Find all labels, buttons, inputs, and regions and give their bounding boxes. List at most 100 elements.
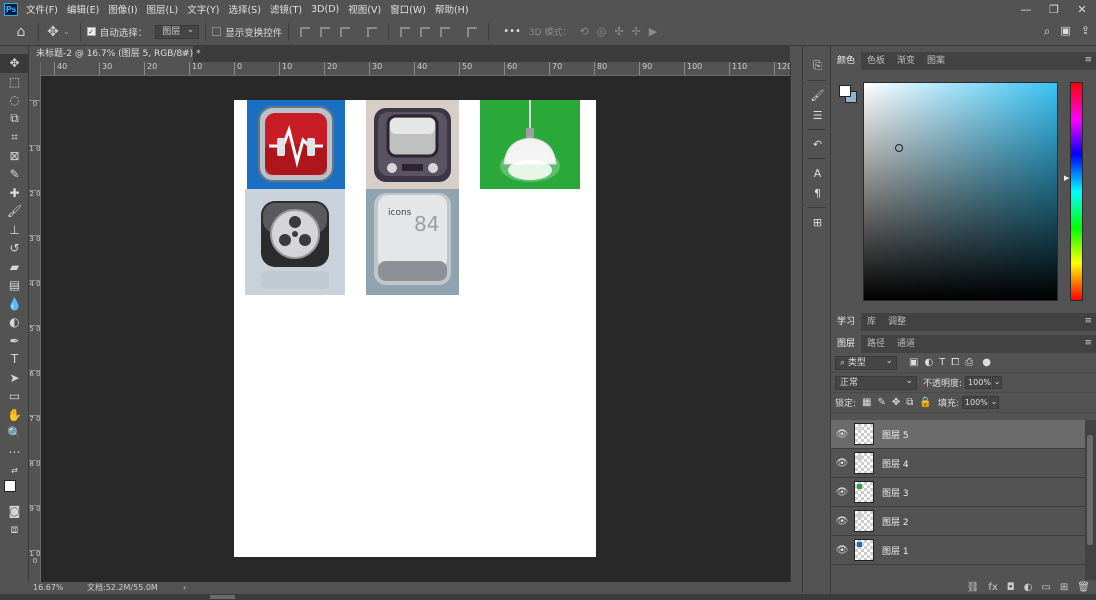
healing-brush-tool-icon[interactable]: ✚ (0, 184, 29, 203)
menu-window[interactable]: 窗口(W) (390, 2, 426, 16)
brush-tool-icon[interactable]: 🖌 (0, 202, 29, 221)
menu-file[interactable]: 文件(F) (26, 2, 58, 16)
crop-tool-icon[interactable]: ⌗ (0, 128, 29, 147)
eraser-tool-icon[interactable]: ▰ (0, 258, 29, 277)
layers-scroll-thumb[interactable] (1087, 435, 1093, 545)
frame-tool-icon[interactable]: ⊠ (0, 147, 29, 166)
new-layer-icon[interactable]: ⊞ (1060, 582, 1068, 593)
document-tab[interactable]: 未标题-2 @ 16.7% (图层 5, RGB/8#) * × (29, 46, 201, 62)
menu-view[interactable]: 视图(V) (348, 2, 381, 16)
tool-preset-chevron-icon[interactable]: ⌄ (63, 27, 70, 36)
auto-select-checkbox[interactable]: ✓ (86, 27, 96, 36)
lock-artboard-icon[interactable]: ⧉ (906, 397, 913, 408)
blend-mode-dropdown[interactable]: 正常 (835, 375, 917, 390)
quick-mask-icon[interactable]: ◙ (0, 502, 29, 521)
panel-menu-icon[interactable]: ≡ (1084, 338, 1092, 348)
distribute-icon[interactable] (367, 26, 378, 37)
screen-mode-icon[interactable]: ⧈ (0, 520, 29, 539)
move-tool-icon[interactable]: ✥ (0, 54, 29, 73)
fill-dropdown-arrow[interactable]: ⌄ (988, 396, 999, 409)
tab-channels[interactable]: 通道 (891, 335, 921, 353)
align-middle-icon[interactable] (420, 26, 431, 37)
canvas-area[interactable]: icons 84 (41, 76, 790, 582)
menu-image[interactable]: 图像(I) (108, 2, 137, 16)
align-center-icon[interactable] (320, 26, 331, 37)
more-options-icon[interactable]: ••• (503, 26, 521, 37)
pen-tool-icon[interactable]: ✒ (0, 332, 29, 351)
tab-color[interactable]: 颜色 (831, 52, 862, 70)
shape-tool-icon[interactable]: ▭ (0, 387, 29, 406)
add-mask-icon[interactable]: ◘ (1007, 582, 1015, 593)
visibility-eye-icon[interactable]: 👁 (831, 487, 853, 498)
align-right-icon[interactable] (340, 26, 351, 37)
tab-layers[interactable]: 图层 (831, 335, 862, 353)
tab-paths[interactable]: 路径 (861, 335, 891, 353)
lock-pixels-icon[interactable]: ✎ (878, 397, 886, 408)
layer-row[interactable]: 👁 图层 4 (831, 449, 1085, 478)
color-field[interactable] (863, 82, 1058, 301)
character-panel-icon[interactable]: A (803, 163, 832, 183)
history-panel-icon[interactable]: ⎘ (803, 56, 832, 76)
lasso-tool-icon[interactable]: ◌ (0, 91, 29, 110)
show-transform-checkbox[interactable] (212, 27, 222, 36)
filter-shape-icon[interactable]: ⧠ (951, 357, 959, 368)
path-select-tool-icon[interactable]: ➤ (0, 369, 29, 388)
tab-swatches[interactable]: 色板 (861, 52, 891, 70)
align-bottom-icon[interactable] (440, 26, 451, 37)
new-group-icon[interactable]: ▭ (1041, 582, 1050, 593)
lock-transparent-icon[interactable]: ▦ (862, 397, 871, 408)
lock-position-icon[interactable]: ✥ (892, 397, 900, 408)
tab-gradients[interactable]: 渐变 (891, 52, 921, 70)
align-top-icon[interactable] (400, 26, 411, 37)
vertical-ruler[interactable]: 0 1 0 2 0 3 0 4 0 5 0 6 0 7 0 8 0 9 0 1 0 0 (29, 62, 41, 582)
layer-style-icon[interactable]: fx (988, 582, 997, 593)
auto-select-dropdown[interactable]: 图层 (155, 24, 200, 39)
tab-learn[interactable]: 学习 (831, 313, 862, 331)
brush-panel-icon[interactable]: 🖌 (803, 85, 832, 105)
adjustment-layer-icon[interactable]: ◐ (1024, 582, 1033, 593)
link-layers-icon[interactable]: ⛓ (967, 582, 980, 593)
zoom-tool-icon[interactable]: 🔍 (0, 424, 29, 443)
edit-toolbar-icon[interactable]: ⋯ (0, 443, 29, 462)
minimize-button[interactable]: — (1012, 0, 1040, 18)
search-icon[interactable]: ⌕ (1044, 24, 1051, 39)
horizontal-scroll-thumb[interactable] (210, 595, 235, 599)
workspace-icon[interactable]: ▣ (1060, 24, 1070, 39)
filter-adjustment-icon[interactable]: ◐ (924, 357, 933, 368)
move-tool-icon[interactable]: ✥ (45, 24, 61, 40)
visibility-eye-icon[interactable]: 👁 (831, 458, 853, 469)
lock-all-icon[interactable]: 🔒 (919, 397, 931, 408)
filter-type-icon[interactable]: T (939, 357, 945, 368)
tab-adjustments[interactable]: 调整 (882, 313, 912, 331)
menu-select[interactable]: 选择(S) (228, 2, 260, 16)
home-icon[interactable]: ⌂ (10, 24, 32, 40)
distribute-vertical-icon[interactable] (467, 26, 478, 37)
visibility-eye-icon[interactable]: 👁 (831, 516, 853, 527)
opacity-dropdown-arrow[interactable]: ⌄ (992, 376, 1003, 389)
layer-row[interactable]: 👁 图层 2 (831, 507, 1085, 536)
clone-stamp-tool-icon[interactable]: ⊥ (0, 221, 29, 240)
opacity-input[interactable]: 100% (965, 376, 992, 389)
document-canvas[interactable]: icons 84 (234, 100, 596, 557)
menu-type[interactable]: 文字(Y) (187, 2, 219, 16)
filter-toggle-icon[interactable]: ● (982, 357, 991, 368)
glyphs-panel-icon[interactable]: ⊞ (803, 212, 832, 232)
layer-row[interactable]: 👁 图层 5 (831, 420, 1085, 449)
adjustments-panel-icon[interactable]: ☰ (803, 105, 832, 125)
eyedropper-tool-icon[interactable]: ✎ (0, 165, 29, 184)
layer-row[interactable]: 👁 图层 3 (831, 478, 1085, 507)
visibility-eye-icon[interactable]: 👁 (831, 545, 853, 556)
gradient-tool-icon[interactable]: ▤ (0, 276, 29, 295)
menu-3d[interactable]: 3D(D) (311, 4, 339, 15)
share-icon[interactable]: ⇪ (1081, 24, 1090, 39)
blur-tool-icon[interactable]: 💧 (0, 295, 29, 314)
hue-slider-handle[interactable]: ▶ (1064, 174, 1069, 182)
filter-smart-object-icon[interactable]: ⎙ (965, 357, 973, 368)
tab-libraries[interactable]: 库 (861, 313, 882, 331)
status-menu-arrow[interactable]: › (183, 582, 186, 594)
menu-filter[interactable]: 滤镜(T) (270, 2, 302, 16)
layer-filter-dropdown[interactable]: ⌕ 类型 (835, 355, 897, 370)
history-states-icon[interactable]: ↶ (803, 134, 832, 154)
swap-colors-icon[interactable]: ⇄ (0, 461, 29, 480)
canvas-vertical-scrollbar[interactable] (790, 62, 802, 582)
